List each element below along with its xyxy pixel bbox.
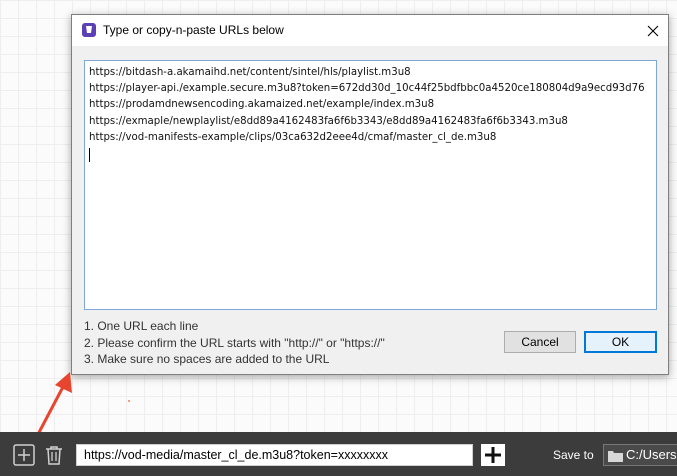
instructions: 1. One URL each line 2. Please confirm t… [84,318,385,368]
close-icon [647,25,659,36]
cancel-button[interactable]: Cancel [504,331,576,353]
decorative-dot [128,400,130,402]
instruction-line: 3. Make sure no spaces are added to the … [84,352,330,366]
folder-icon [608,451,623,462]
trash-icon[interactable] [43,444,65,466]
text-caret [89,148,90,163]
plus-icon [485,447,501,463]
instruction-line: 1. One URL each line [84,319,199,333]
url-line: https://prodamdnewsencoding.akamaized.ne… [89,99,435,111]
save-to-label: Save to [553,448,594,462]
dialog-title: Type or copy-n-paste URLs below [103,23,284,37]
url-line: https://vod-manifests-example/clips/03ca… [89,131,497,143]
instruction-line: 2. Please confirm the URL starts with "h… [84,335,385,350]
save-path-value: C:/Users [626,447,677,462]
url-line: https://exmaple/newplaylist/e8dd89a41624… [89,115,568,127]
close-button[interactable] [638,15,668,46]
url-input-dialog: Type or copy-n-paste URLs below https://… [71,14,669,375]
ok-button[interactable]: OK [584,331,657,353]
bottom-toolbar: https://vod-media/master_cl_de.m3u8?toke… [0,432,677,476]
url-line: https://player-api./example.secure.m3u8?… [89,83,645,95]
add-icon[interactable] [13,444,35,466]
dialog-titlebar: Type or copy-n-paste URLs below [72,15,668,46]
app-icon [82,23,96,37]
save-path-selector[interactable]: C:/Users [603,444,677,466]
urls-textarea[interactable]: https://bitdash-a.akamaihd.net/content/s… [84,60,657,310]
url-input[interactable]: https://vod-media/master_cl_de.m3u8?toke… [76,444,473,466]
add-url-button[interactable] [481,444,505,466]
url-line: https://bitdash-a.akamaihd.net/content/s… [89,67,411,78]
